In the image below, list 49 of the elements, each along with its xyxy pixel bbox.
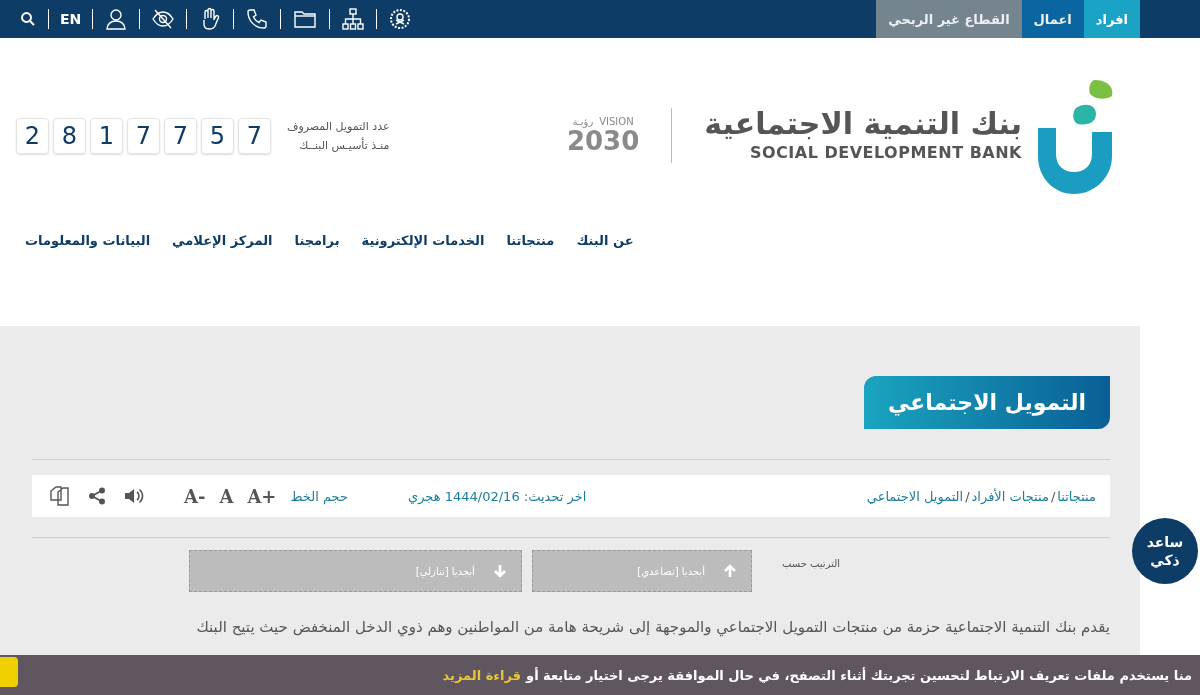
counter-digit: 7 <box>164 117 197 154</box>
cookie-text: منا يستخدم ملفات تعريف الارتباط لتحسين تجربتك أثناء التصفح، في حال الموافقة يرجى اختيار متابعة أو <box>526 667 1192 683</box>
counter-digit: 5 <box>201 117 234 154</box>
nav-link[interactable]: منتجاتنا <box>506 233 555 251</box>
nav-link[interactable]: الخدمات الإلكترونية <box>361 233 485 251</box>
copy-icon[interactable] <box>50 486 70 506</box>
phone-icon[interactable] <box>245 7 270 31</box>
counter-label: عدد التمويل المصروف <box>287 119 390 133</box>
breadcrumb-link[interactable]: منتجاتنا <box>1057 488 1096 504</box>
breadcrumb-link[interactable]: التمويل الاجتماعي <box>866 488 964 504</box>
font-size-button[interactable]: A- <box>184 485 206 507</box>
read-more-link[interactable]: قراءة المزيد <box>442 667 522 683</box>
emblem-icon[interactable] <box>388 7 413 31</box>
bank-name-english: SOCIAL DEVELOPMENT BANK <box>749 143 1022 162</box>
audience-tab[interactable]: اعمال <box>1021 0 1084 38</box>
counter-digit: 7 <box>238 117 271 154</box>
nav-link[interactable]: المركز الإعلامي <box>172 233 273 251</box>
vision-year: 2030 <box>566 128 640 154</box>
user-icon[interactable] <box>104 7 129 31</box>
nav-link[interactable]: برامجنا <box>294 233 340 251</box>
breadcrumb-separator: / <box>965 488 970 504</box>
counter-digit: 2 <box>16 117 49 154</box>
speaker-icon[interactable] <box>124 487 144 505</box>
font-size-button[interactable]: A+ <box>247 485 277 507</box>
last-update: اخر تحديث: 1444/02/16 هجري <box>408 488 587 504</box>
bank-name: بنك التنمية الاجتماعية <box>704 109 1022 139</box>
search-icon[interactable] <box>19 10 37 28</box>
arrow-down-icon <box>492 564 507 578</box>
font-size-button[interactable]: A <box>219 485 234 507</box>
english-language-link[interactable]: EN <box>60 11 82 27</box>
eye-slash-icon[interactable] <box>151 7 176 31</box>
counter-digit: 7 <box>127 117 160 154</box>
counter-digit: 1 <box>90 117 123 154</box>
nav-link[interactable]: البيانات والمعلومات <box>25 233 151 251</box>
share-icon[interactable] <box>88 487 106 505</box>
counter-label: منـذ تأسيـس البنــك <box>298 138 390 152</box>
arrow-up-icon <box>722 564 737 578</box>
counter-digit: 8 <box>53 117 86 154</box>
sitemap-icon[interactable] <box>341 7 366 31</box>
vision-label-arabic: رؤيـة <box>572 117 594 127</box>
page-title: التمويل الاجتماعي <box>864 376 1110 429</box>
font-size-label: حجم الخط <box>290 488 348 504</box>
breadcrumb-separator: / <box>1050 488 1056 504</box>
nav-link[interactable]: عن البنك <box>576 233 634 251</box>
vision-label: VISION <box>599 117 634 127</box>
intro-paragraph: يقدم بنك التنمية الاجتماعية حزمة من منتجات التمويل الاجتماعي والموجهة إلى شريحة هامة من المواطنين وهم ذوي الدخل المنخفض حيث يتيح البنك <box>195 618 1110 636</box>
smart-assistant-button[interactable]: ساعد ذكي <box>1132 518 1198 584</box>
breadcrumb-link[interactable]: منتجات الأفراد <box>971 488 1049 504</box>
sort-label: الترتيب حسب <box>781 558 840 569</box>
